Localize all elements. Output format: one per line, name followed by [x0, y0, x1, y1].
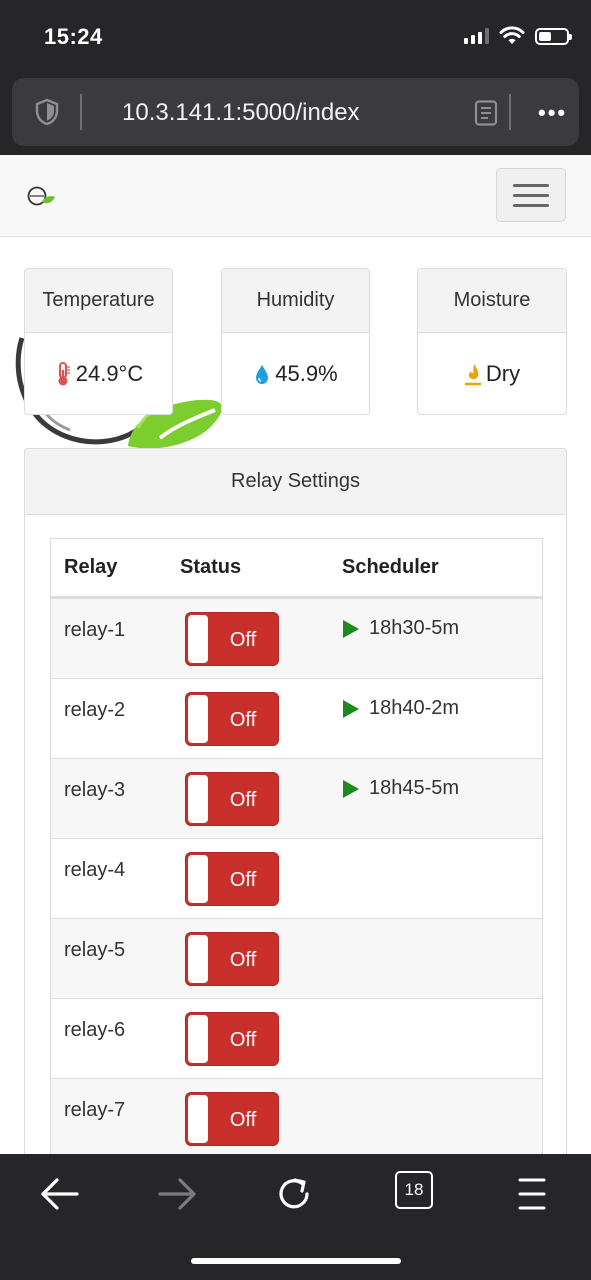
schedule-link[interactable]: 18h30-5m [343, 617, 459, 640]
column-header-scheduler: Scheduler [342, 556, 439, 578]
toggle-label: Off [229, 949, 257, 971]
relay-3-toggle[interactable]: Off [185, 772, 279, 826]
home-indicator[interactable] [191, 1258, 401, 1264]
toggle-label: Off [229, 1109, 257, 1131]
dry-soil-icon [464, 364, 481, 386]
relay-name: relay-3 [64, 779, 126, 801]
toggle-knob [188, 1015, 208, 1063]
card-body: Dry [418, 333, 566, 414]
relay-settings-title: Relay Settings [25, 449, 566, 515]
relay-name: relay-1 [64, 619, 126, 641]
toggle-label: Off [229, 789, 257, 811]
status-time: 15:24 [44, 24, 103, 49]
toggle-knob [188, 615, 208, 663]
status-icons [464, 24, 572, 48]
table-row: relay-1 Off 18h30-5m [51, 599, 542, 679]
humidity-card: Humidity 45.9% [221, 268, 370, 415]
water-drop-icon [256, 365, 269, 384]
relay-7-toggle[interactable]: Off [185, 1092, 279, 1146]
schedule-link[interactable]: 18h40-2m [343, 697, 459, 720]
moisture-value: Dry [485, 361, 521, 386]
play-icon [343, 699, 359, 718]
table-row: relay-7 Off [51, 1079, 542, 1159]
battery-icon [535, 27, 572, 45]
reader-view-icon[interactable] [474, 100, 498, 126]
address-divider [80, 94, 82, 130]
card-title: Humidity [222, 269, 369, 333]
back-arrow-icon[interactable] [37, 1172, 81, 1216]
card-title: Moisture [418, 269, 566, 333]
relay-5-toggle[interactable]: Off [185, 932, 279, 986]
schedule-text: 18h45-5m [369, 777, 460, 799]
relay-settings-card: Relay Settings Relay Status Scheduler re… [24, 448, 567, 1168]
relay-name: relay-6 [64, 1019, 126, 1041]
moisture-card: Moisture Dry [417, 268, 567, 415]
table-header: Relay Status Scheduler [51, 539, 542, 599]
temperature-value: 24.9°C [75, 361, 144, 386]
relay-table: Relay Status Scheduler relay-1 Off 18h30… [50, 538, 543, 1160]
card-title: Temperature [25, 269, 172, 333]
temperature-card: Temperature 24.9°C [24, 268, 173, 415]
schedule-link[interactable]: 18h45-5m [343, 777, 459, 800]
hamburger-menu-icon[interactable] [510, 1172, 554, 1216]
toggle-knob [188, 935, 208, 983]
browser-address-area: 10.3.141.1:5000/index ••• [0, 70, 591, 155]
table-row: relay-3 Off 18h45-5m [51, 759, 542, 839]
relay-4-toggle[interactable]: Off [185, 852, 279, 906]
play-icon [343, 619, 359, 638]
toggle-label: Off [229, 629, 257, 651]
toggle-knob [188, 1095, 208, 1143]
toggle-label: Off [229, 709, 257, 731]
table-row: relay-4 Off [51, 839, 542, 919]
relay-name: relay-5 [64, 939, 126, 961]
relay-name: relay-7 [64, 1099, 126, 1121]
url-text[interactable]: 10.3.141.1:5000/index [122, 99, 360, 127]
card-body: 24.9°C [25, 333, 172, 414]
site-navbar [0, 155, 591, 237]
toggle-knob [188, 855, 208, 903]
address-bar[interactable]: 10.3.141.1:5000/index ••• [12, 78, 579, 146]
more-menu-button[interactable]: ••• [538, 100, 576, 126]
relay-2-toggle[interactable]: Off [185, 692, 279, 746]
relay-6-toggle[interactable]: Off [185, 1012, 279, 1066]
tabs-button[interactable]: 18 [395, 1171, 433, 1209]
humidity-value: 45.9% [275, 361, 338, 386]
toggle-label: Off [229, 1029, 257, 1051]
brand-logo[interactable] [26, 185, 56, 209]
column-header-relay: Relay [64, 556, 118, 578]
navbar-toggle-button[interactable] [496, 168, 566, 222]
status-bar: 15:24 [0, 0, 591, 70]
play-icon [343, 779, 359, 798]
schedule-text: 18h40-2m [369, 697, 460, 719]
toggle-knob [188, 695, 208, 743]
cellular-signal-icon [464, 28, 489, 44]
relay-1-toggle[interactable]: Off [185, 612, 279, 666]
relay-name: relay-4 [64, 859, 126, 881]
toggle-knob [188, 775, 208, 823]
schedule-text: 18h30-5m [369, 617, 460, 639]
card-body: 45.9% [222, 333, 369, 414]
shield-icon[interactable] [34, 98, 60, 126]
wifi-icon [499, 26, 525, 44]
column-header-status: Status [180, 556, 242, 578]
forward-arrow-icon[interactable] [156, 1172, 200, 1216]
table-row: relay-2 Off 18h40-2m [51, 679, 542, 759]
browser-toolbar: 18 [0, 1154, 591, 1280]
toggle-label: Off [229, 869, 257, 891]
relay-name: relay-2 [64, 699, 126, 721]
table-row: relay-6 Off [51, 999, 542, 1079]
thermometer-icon [58, 362, 70, 386]
reload-icon[interactable] [273, 1172, 317, 1216]
address-divider [509, 94, 511, 130]
table-row: relay-5 Off [51, 919, 542, 999]
